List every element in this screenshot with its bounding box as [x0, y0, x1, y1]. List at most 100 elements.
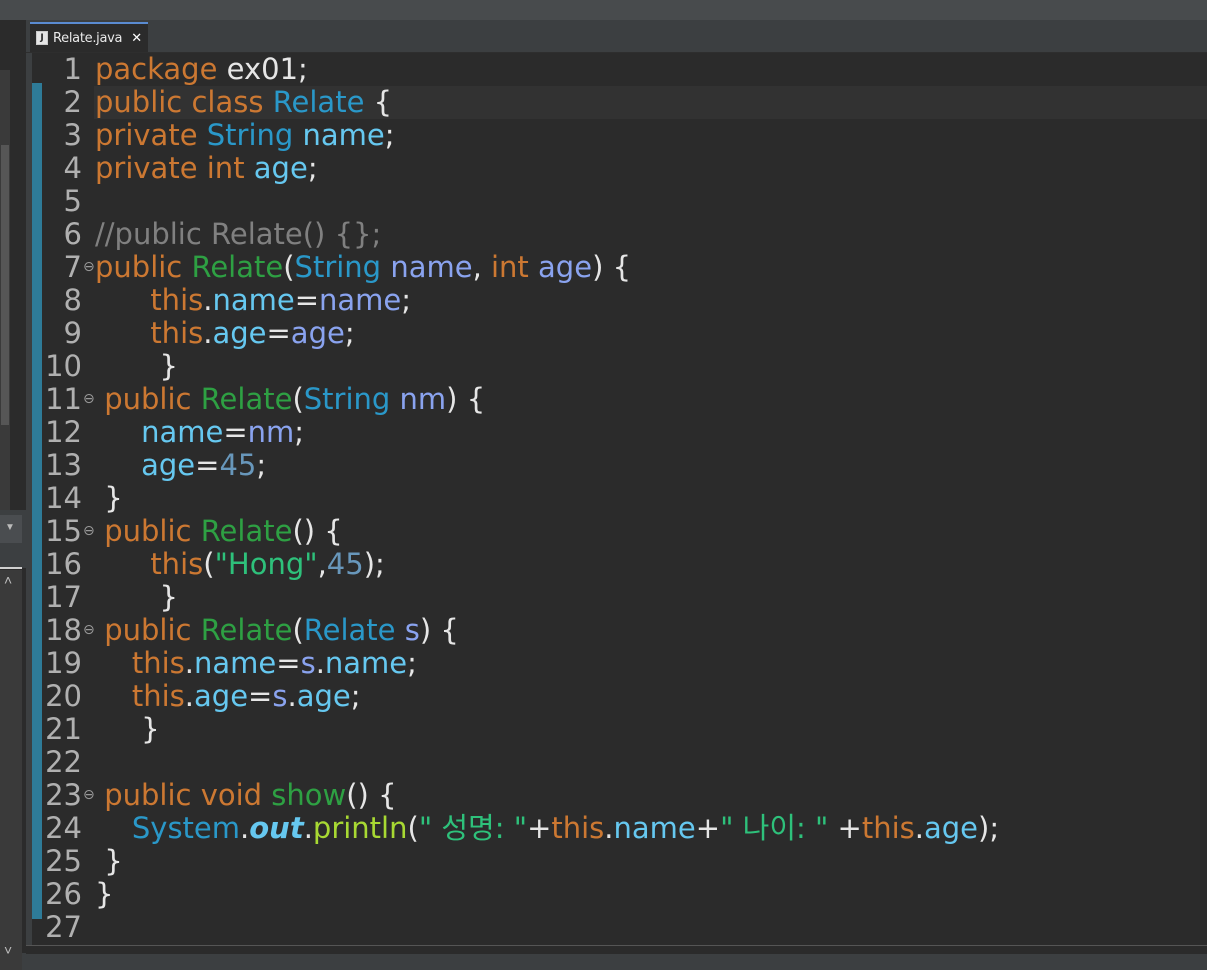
code-token: " 성명: ": [418, 811, 528, 845]
code-token: (: [292, 613, 304, 647]
code-token: (: [292, 382, 304, 416]
fold-toggle-icon[interactable]: ⊖: [83, 779, 95, 812]
code-text: public void show() {: [95, 778, 396, 812]
code-token: this: [131, 679, 185, 713]
scroll-down-icon[interactable]: ˅: [4, 942, 12, 958]
code-token: =: [195, 448, 220, 482]
code-token: name: [324, 646, 408, 680]
code-token: public void: [104, 778, 272, 812]
fold-toggle-icon[interactable]: ⊖: [83, 614, 95, 647]
code-line[interactable]: 15 ⊖ public Relate() {: [32, 515, 1207, 548]
code-token: .: [914, 811, 924, 845]
line-number: 13: [45, 448, 82, 482]
code-text: this.name=s.name;: [95, 647, 417, 680]
code-text: }: [95, 844, 123, 878]
code-line[interactable]: 22: [32, 746, 1207, 779]
left-scrollbar[interactable]: [0, 70, 10, 510]
line-number: 4: [63, 151, 82, 185]
fold-toggle-icon[interactable]: ⊖: [83, 383, 95, 416]
code-token: Relate: [200, 613, 293, 647]
fold-toggle-icon[interactable]: ⊖: [83, 251, 95, 284]
code-line[interactable]: 7 ⊖ public Relate(String name, int age) {: [32, 251, 1207, 284]
code-line[interactable]: 3 private String name;: [32, 119, 1207, 152]
code-token: }: [95, 877, 114, 911]
editor-tab-bar: J Relate.java ✕: [26, 20, 1207, 53]
fold-toggle-icon[interactable]: ⊖: [83, 515, 95, 548]
window-top-bar: [0, 0, 1207, 20]
code-line[interactable]: 1 package ex01;: [32, 53, 1207, 86]
code-token: ;: [256, 448, 267, 482]
line-number: 12: [45, 415, 82, 449]
code-token: //public Relate() {};: [95, 217, 382, 251]
code-text: }: [95, 482, 122, 515]
line-number: 18: [45, 613, 82, 647]
code-token: String: [206, 118, 303, 152]
code-line[interactable]: 23 ⊖ public void show() {: [32, 779, 1207, 812]
code-token: age: [538, 250, 593, 284]
code-line[interactable]: 11 ⊖ public Relate(String nm) {: [32, 383, 1207, 416]
code-line[interactable]: 17 }: [32, 581, 1207, 614]
line-number: 19: [45, 646, 82, 680]
code-line[interactable]: 21 }: [32, 713, 1207, 746]
code-token: name: [194, 646, 277, 680]
scroll-up-icon[interactable]: ˄: [4, 572, 12, 588]
line-number: 11: [45, 382, 82, 416]
code-text: //public Relate() {};: [95, 218, 381, 251]
code-token: 45: [326, 547, 364, 581]
code-line[interactable]: 25 }: [32, 845, 1207, 878]
code-line[interactable]: 16 this("Hong",45);: [32, 548, 1207, 581]
code-line[interactable]: 19 this.name=s.name;: [32, 647, 1207, 680]
code-text: public Relate(String nm) {: [95, 383, 485, 416]
left-scrollbar-thumb[interactable]: [1, 145, 9, 425]
code-line[interactable]: 27: [32, 911, 1207, 944]
code-token: int: [491, 250, 539, 284]
code-line[interactable]: 9 this.age=age;: [32, 317, 1207, 350]
code-line[interactable]: 20 this.age=s.age;: [32, 680, 1207, 713]
code-line[interactable]: 2 public class Relate {: [32, 86, 1207, 119]
line-number: 15: [45, 514, 82, 548]
tab-relate-java[interactable]: J Relate.java ✕: [30, 22, 148, 52]
line-number: 1: [63, 53, 82, 86]
code-line[interactable]: 12 name=nm;: [32, 416, 1207, 449]
code-line[interactable]: 26}: [32, 878, 1207, 911]
code-line[interactable]: 5: [32, 185, 1207, 218]
line-number: 23: [45, 778, 82, 812]
code-token: age: [924, 811, 979, 845]
code-token: +: [695, 811, 721, 845]
code-token: println: [312, 811, 408, 845]
code-token: .: [315, 646, 325, 680]
code-line[interactable]: 18 ⊖ public Relate(Relate s) {: [32, 614, 1207, 647]
code-line[interactable]: 4 private int age;: [32, 152, 1207, 185]
line-number: 22: [45, 745, 82, 779]
code-token: =: [223, 415, 248, 449]
line-number: 14: [45, 481, 82, 515]
code-token: }: [95, 349, 178, 383]
code-line[interactable]: 10 }: [32, 350, 1207, 383]
code-token: public: [104, 613, 201, 647]
code-text: public Relate() {: [95, 515, 343, 548]
left-lower-scrollbar[interactable]: ˄ ˅: [0, 570, 22, 970]
code-line[interactable]: 6 //public Relate() {};: [32, 218, 1207, 251]
code-token: 45: [219, 448, 257, 482]
code-token: }: [95, 844, 123, 878]
code-text: }: [95, 713, 159, 746]
code-editor[interactable]: 1 package ex01; 2 public class Relate {3 pri…: [32, 53, 1207, 945]
code-token: nm: [247, 415, 295, 449]
code-line[interactable]: 8 this.name=name;: [32, 284, 1207, 317]
close-icon[interactable]: ✕: [131, 31, 142, 46]
code-token: ;: [384, 118, 395, 152]
code-line[interactable]: 24 System.out.println(" 성명: "+this.name+…: [32, 812, 1207, 845]
code-token: .: [287, 679, 297, 713]
code-token: public: [104, 382, 201, 416]
code-line[interactable]: 13 age=45;: [32, 449, 1207, 482]
code-token: this: [150, 283, 204, 317]
code-token: ex01;: [217, 53, 308, 86]
code-token: age: [296, 679, 351, 713]
left-dropdown-button[interactable]: ▼: [0, 515, 22, 543]
code-line[interactable]: 14 }: [32, 482, 1207, 515]
code-token: public: [104, 514, 201, 548]
